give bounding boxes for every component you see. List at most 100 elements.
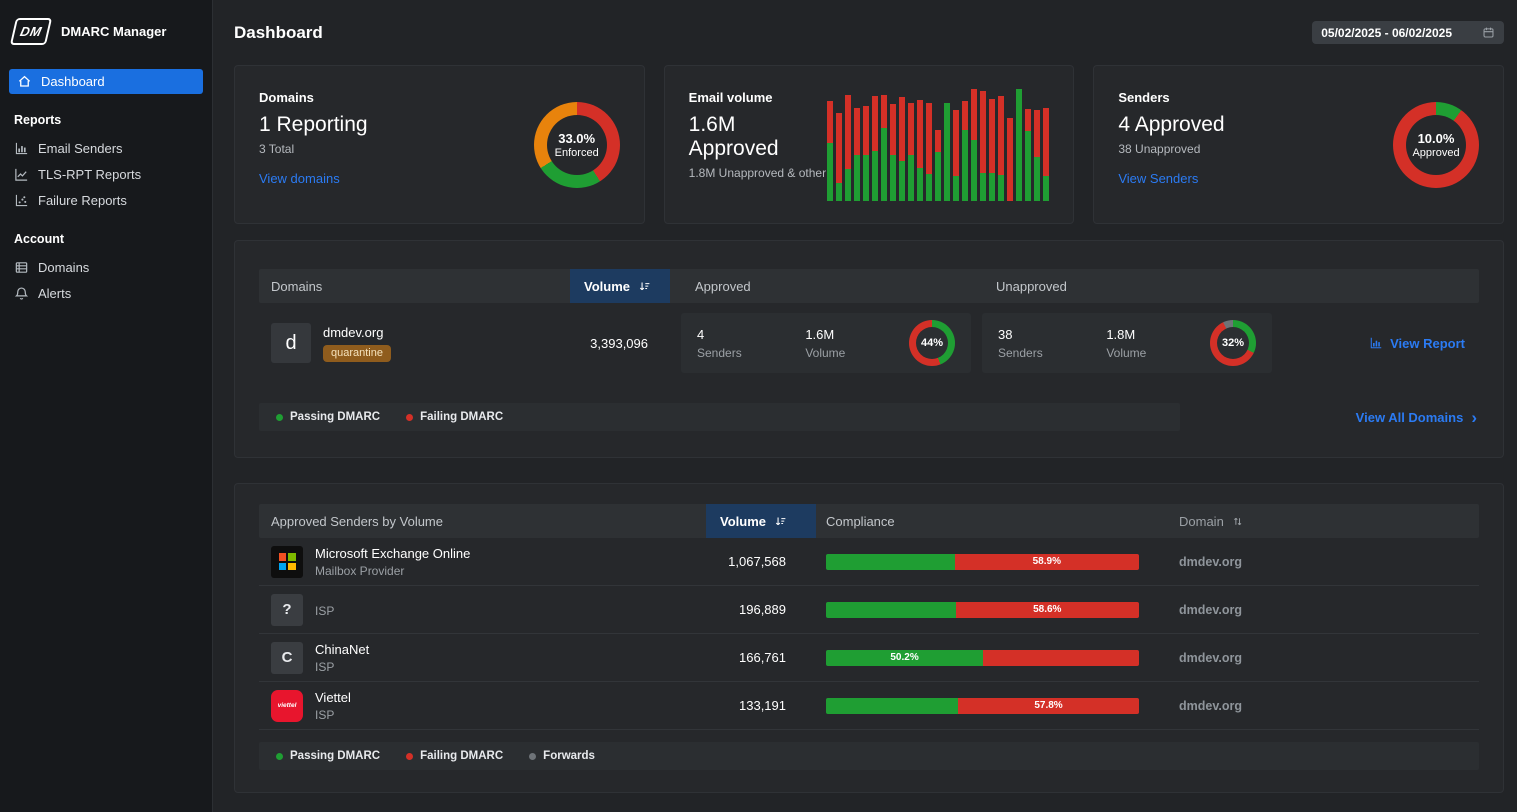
domains-legend: Passing DMARC Failing DMARC bbox=[259, 403, 1180, 431]
sidebar-section-reports: Reports bbox=[0, 113, 212, 127]
summary-cards: Domains 1 Reporting 3 Total View domains… bbox=[234, 65, 1504, 224]
domains-card-title: Domains bbox=[259, 90, 368, 105]
domain-volume-value: 3,393,096 bbox=[570, 336, 670, 351]
chevron-right-icon: › bbox=[1471, 409, 1477, 426]
bar-chart-icon bbox=[1369, 336, 1383, 350]
sidebar-item-failure-reports[interactable]: Failure Reports bbox=[0, 187, 212, 213]
home-icon bbox=[17, 74, 32, 89]
legend-failing-dmarc: Failing DMARC bbox=[406, 750, 503, 762]
line-chart-icon bbox=[14, 167, 29, 182]
domains-card-value: 1 Reporting bbox=[259, 113, 368, 137]
domains-card: Domains 1 Reporting 3 Total View domains… bbox=[234, 65, 645, 224]
sidebar-item-domains[interactable]: Domains bbox=[0, 254, 212, 280]
approved-senders-donut-chart: 10.0% Approved bbox=[1393, 102, 1479, 188]
enforced-donut-chart: 33.0% Enforced bbox=[534, 102, 620, 188]
sender-name: Viettel bbox=[315, 690, 351, 705]
approved-donut-label: Approved bbox=[1412, 147, 1459, 159]
approved-donut-value: 10.0% bbox=[1418, 131, 1455, 146]
domain-sort-header[interactable]: Domain bbox=[1159, 514, 1479, 529]
sender-domain: dmdev.org bbox=[1159, 555, 1479, 569]
microsoft-logo-icon bbox=[271, 546, 303, 578]
bar-chart-icon bbox=[14, 141, 29, 156]
sender-type: Mailbox Provider bbox=[315, 564, 470, 578]
senders-legend: Passing DMARC Failing DMARC Forwards bbox=[259, 742, 1479, 770]
sidebar: DM DMARC Manager Dashboard Reports Email… bbox=[0, 0, 213, 812]
domain-table-row[interactable]: d dmdev.org quarantine 3,393,096 4 Sende… bbox=[259, 313, 1479, 373]
domains-table-header: Domains Volume Approved Unapproved bbox=[259, 269, 1479, 303]
app-title: DMARC Manager bbox=[61, 24, 166, 39]
sidebar-item-alerts[interactable]: Alerts bbox=[0, 280, 212, 306]
dm-logo-icon: DM bbox=[10, 18, 52, 45]
email-volume-card: Email volume 1.6M Approved 1.8M Unapprov… bbox=[664, 65, 1075, 224]
enforced-donut-label: Enforced bbox=[555, 147, 599, 159]
sender-type: ISP bbox=[315, 660, 369, 674]
email-volume-card-value: 1.6M Approved bbox=[689, 113, 827, 161]
date-range-value: 05/02/2025 - 06/02/2025 bbox=[1321, 26, 1452, 40]
policy-badge: quarantine bbox=[323, 345, 391, 362]
sender-row-chinanet[interactable]: C ChinaNet ISP 166,761 50.2% dmdev.org bbox=[259, 634, 1479, 682]
email-volume-bar-chart bbox=[827, 89, 1050, 201]
senders-volume-sort-header[interactable]: Volume bbox=[706, 504, 816, 538]
approved-senders-count: 4 bbox=[697, 327, 742, 342]
compliance-bar: 50.2% bbox=[826, 650, 1139, 666]
domain-name: dmdev.org bbox=[323, 325, 391, 340]
approved-mini-donut: 44% bbox=[909, 320, 955, 366]
domains-panel: Domains Volume Approved Unapproved d dmd… bbox=[234, 240, 1504, 458]
senders-card-subtitle: 38 Unapproved bbox=[1118, 142, 1224, 156]
sender-row-microsoft[interactable]: Microsoft Exchange Online Mailbox Provid… bbox=[259, 538, 1479, 586]
domains-card-subtitle: 3 Total bbox=[259, 142, 368, 156]
sender-volume: 1,067,568 bbox=[706, 554, 816, 569]
date-range-picker[interactable]: 05/02/2025 - 06/02/2025 bbox=[1312, 21, 1504, 44]
green-dot-icon bbox=[276, 753, 283, 760]
gray-dot-icon bbox=[529, 753, 536, 760]
sender-name: Microsoft Exchange Online bbox=[315, 546, 470, 561]
legend-failing-dmarc: Failing DMARC bbox=[406, 411, 503, 423]
senders-card-value: 4 Approved bbox=[1118, 113, 1224, 137]
email-volume-card-subtitle: 1.8M Unapproved & other bbox=[689, 166, 827, 180]
sidebar-section-account: Account bbox=[0, 232, 212, 246]
sender-row-unknown[interactable]: ? ISP 196,889 58.6% dmdev.org bbox=[259, 586, 1479, 634]
letter-c-icon: C bbox=[271, 642, 303, 674]
red-dot-icon bbox=[406, 414, 413, 421]
sender-type: ISP bbox=[315, 604, 334, 618]
sort-descending-icon bbox=[638, 280, 651, 293]
calendar-icon bbox=[1482, 26, 1495, 39]
sender-volume: 196,889 bbox=[706, 602, 816, 617]
sidebar-item-tls-rpt-reports[interactable]: TLS-RPT Reports bbox=[0, 161, 212, 187]
red-dot-icon bbox=[406, 753, 413, 760]
view-domains-link[interactable]: View domains bbox=[259, 171, 340, 186]
sender-domain: dmdev.org bbox=[1159, 651, 1479, 665]
bell-icon bbox=[14, 286, 29, 301]
table-icon bbox=[14, 260, 29, 275]
senders-card-title: Senders bbox=[1118, 90, 1224, 105]
sender-type: ISP bbox=[315, 708, 351, 722]
sender-row-viettel[interactable]: viettel Viettel ISP 133,191 57.8% dmdev.… bbox=[259, 682, 1479, 730]
approved-senders-panel: Approved Senders by Volume Volume Compli… bbox=[234, 483, 1504, 793]
compliance-column-header: Compliance bbox=[816, 514, 1159, 529]
senders-card: Senders 4 Approved 38 Unapproved View Se… bbox=[1093, 65, 1504, 224]
sidebar-item-dashboard[interactable]: Dashboard bbox=[9, 69, 203, 94]
legend-passing-dmarc: Passing DMARC bbox=[276, 411, 380, 423]
legend-forwards: Forwards bbox=[529, 750, 595, 762]
compliance-bar: 57.8% bbox=[826, 698, 1139, 714]
view-senders-link[interactable]: View Senders bbox=[1118, 171, 1198, 186]
senders-table-header: Approved Senders by Volume Volume Compli… bbox=[259, 504, 1479, 538]
domains-volume-sort-header[interactable]: Volume bbox=[570, 269, 670, 303]
domains-column-header: Domains bbox=[259, 279, 559, 294]
unapproved-mini-donut: 32% bbox=[1210, 320, 1256, 366]
enforced-donut-value: 33.0% bbox=[558, 131, 595, 146]
email-volume-card-title: Email volume bbox=[689, 90, 827, 105]
sidebar-item-email-senders[interactable]: Email Senders bbox=[0, 135, 212, 161]
unapproved-column-header: Unapproved bbox=[982, 279, 1272, 294]
domain-avatar: d bbox=[271, 323, 311, 363]
sender-domain: dmdev.org bbox=[1159, 699, 1479, 713]
approved-column-header: Approved bbox=[681, 279, 971, 294]
unapproved-senders-count: 38 bbox=[998, 327, 1043, 342]
unapproved-volume-value: 1.8M bbox=[1106, 327, 1146, 342]
sender-domain: dmdev.org bbox=[1159, 603, 1479, 617]
scatter-chart-icon bbox=[14, 193, 29, 208]
legend-passing-dmarc: Passing DMARC bbox=[276, 750, 380, 762]
view-all-domains-link[interactable]: View All Domains › bbox=[1356, 409, 1477, 426]
page-title: Dashboard bbox=[234, 23, 323, 43]
view-report-link[interactable]: View Report bbox=[1369, 336, 1479, 351]
